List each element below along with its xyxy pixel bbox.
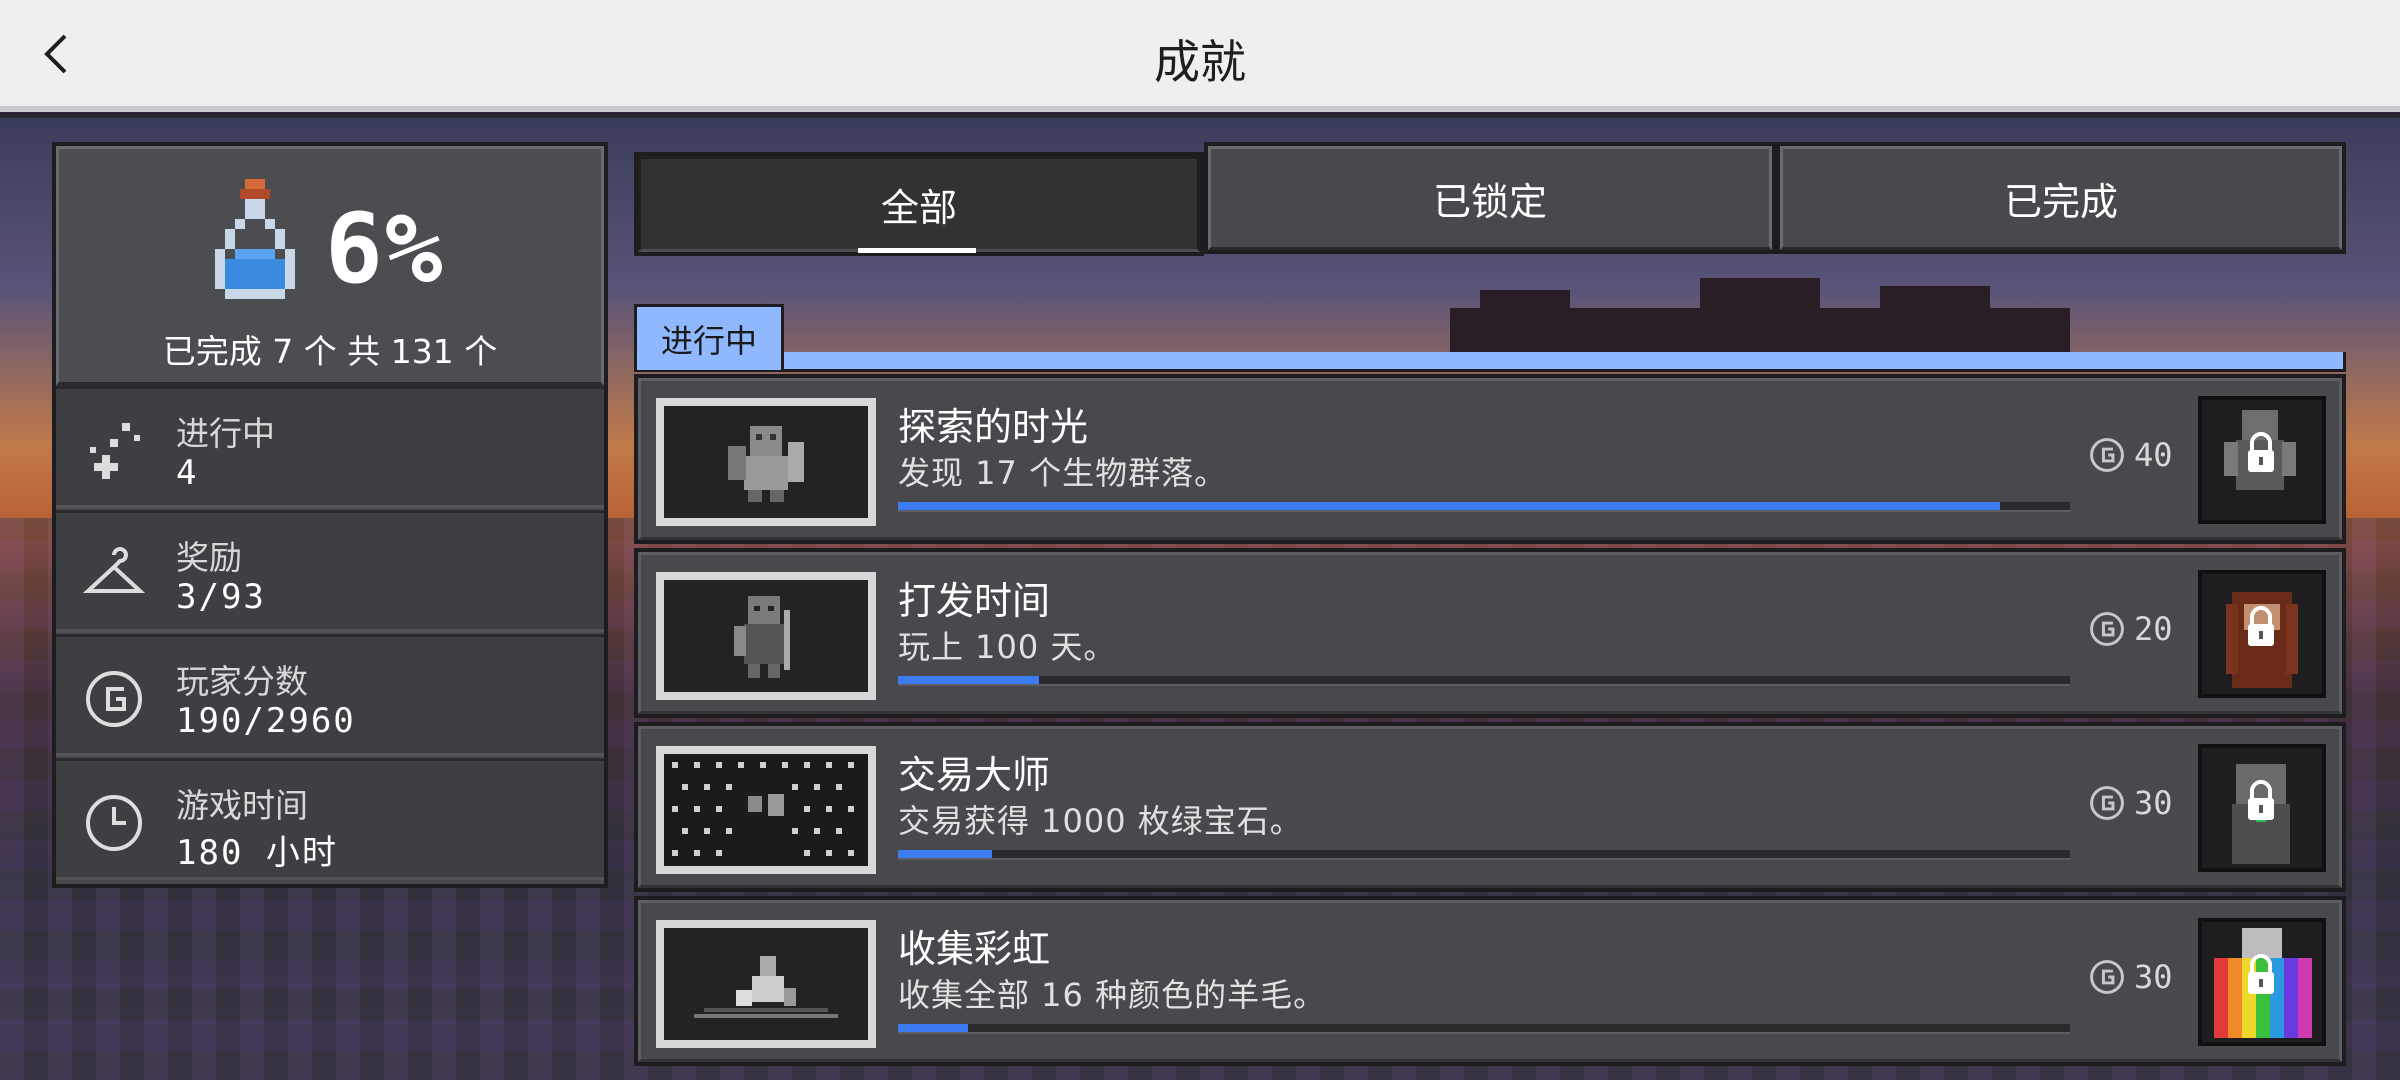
tree-silhouette xyxy=(1700,278,1820,314)
stat-value: 3/93 xyxy=(176,577,266,617)
achievement-card[interactable]: 交易大师 交易获得 1000 枚绿宝石。 30 xyxy=(634,722,2346,892)
achievement-image xyxy=(664,406,868,518)
tab-selected-indicator xyxy=(858,248,976,253)
tab-label: 已锁定 xyxy=(1432,179,1547,224)
achievement-title: 交易大师 xyxy=(898,753,1051,797)
gamerscore-icon xyxy=(2090,612,2124,646)
achievement-description: 玩上 100 天。 xyxy=(898,628,1117,666)
score-value: 30 xyxy=(2134,784,2173,822)
tab-completed[interactable]: 已完成 xyxy=(1776,142,2346,254)
tree-silhouette xyxy=(1880,286,1990,320)
achievement-score: 40 xyxy=(2088,436,2173,474)
section-label: 进行中 xyxy=(634,304,784,370)
time-waster-icon xyxy=(734,596,790,678)
card-frame xyxy=(638,900,2342,1062)
card-frame xyxy=(638,552,2342,714)
achievement-image xyxy=(664,928,868,1040)
locked-villager-icon xyxy=(2232,764,2290,864)
achievement-progress-bar xyxy=(898,1024,2070,1034)
gamerscore-icon xyxy=(2090,960,2124,994)
achievement-thumbnail xyxy=(656,572,876,700)
achievement-progress-bar xyxy=(898,502,2070,512)
achievement-thumbnail xyxy=(656,746,876,874)
section-divider xyxy=(634,352,2346,372)
stat-label: 游戏时间 xyxy=(176,786,308,825)
progress-fill xyxy=(898,1024,969,1032)
potion-bottle-icon xyxy=(215,179,295,299)
card-frame xyxy=(638,726,2342,888)
rainbow-wool-icon xyxy=(694,956,838,1018)
stat-value: 180 小时 xyxy=(176,833,338,873)
achievement-card[interactable]: 打发时间 玩上 100 天。 20 xyxy=(634,548,2346,718)
achievement-progress-bar xyxy=(898,850,2070,860)
score-value: 20 xyxy=(2134,610,2173,648)
stat-value: 190/2960 xyxy=(176,701,356,741)
gamerscore-icon xyxy=(2090,786,2124,820)
completion-count: 已完成 7 个 共 131 个 xyxy=(162,332,498,371)
achievement-thumbnail xyxy=(656,398,876,526)
achievement-title: 收集彩虹 xyxy=(898,927,1051,971)
achievement-title: 探索的时光 xyxy=(898,405,1089,449)
reward-preview xyxy=(2198,396,2326,524)
reward-preview xyxy=(2198,918,2326,1046)
tab-locked[interactable]: 已锁定 xyxy=(1204,142,1776,254)
card-frame xyxy=(638,378,2342,540)
stat-rewards: 奖励 3/93 xyxy=(56,510,604,632)
progress-fill xyxy=(898,850,992,858)
progress-fill xyxy=(898,502,2000,510)
achievement-score: 20 xyxy=(2088,610,2173,648)
achievement-description: 收集全部 16 种颜色的羊毛。 xyxy=(898,976,1327,1014)
stat-gamerscore: 玩家分数 190/2960 xyxy=(56,634,604,756)
achievement-progress-bar xyxy=(898,676,2070,686)
hanger-icon xyxy=(82,547,146,593)
gamerscore-icon xyxy=(2090,438,2124,472)
achievement-thumbnail xyxy=(656,920,876,1048)
achievement-description: 交易获得 1000 枚绿宝石。 xyxy=(898,802,1303,840)
achievement-image xyxy=(664,580,868,692)
reward-preview xyxy=(2198,570,2326,698)
locked-rainbow-cape-icon xyxy=(2214,928,2312,1038)
completion-percent: 6% xyxy=(325,193,445,305)
achievement-card[interactable]: 探索的时光 发现 17 个生物群落。 40 xyxy=(634,374,2346,544)
locked-skin-icon xyxy=(2224,410,2296,490)
stat-play-time: 游戏时间 180 小时 xyxy=(56,758,604,880)
sparkle-icon xyxy=(90,423,140,479)
stat-label: 进行中 xyxy=(176,414,275,453)
explorer-icon xyxy=(728,426,804,502)
achievement-card[interactable]: 收集彩虹 收集全部 16 种颜色的羊毛。 30 xyxy=(634,896,2346,1066)
page-title: 成就 xyxy=(1154,35,1246,89)
stat-in-progress: 进行中 4 xyxy=(56,386,604,508)
progress-fill xyxy=(898,676,1039,684)
tree-silhouette xyxy=(1480,290,1570,320)
achievement-score: 30 xyxy=(2088,958,2173,996)
tab-label: 全部 xyxy=(880,185,957,230)
stat-label: 玩家分数 xyxy=(176,662,308,701)
achievement-description: 发现 17 个生物群落。 xyxy=(898,454,1228,492)
clock-icon xyxy=(86,795,142,851)
achievement-summary-panel: 6% 已完成 7 个 共 131 个 进行中 4 奖励 3/93 玩家分数 19… xyxy=(52,142,608,888)
achievement-score: 30 xyxy=(2088,784,2173,822)
stat-value: 4 xyxy=(176,453,199,493)
completion-summary: 6% 已完成 7 个 共 131 个 xyxy=(56,146,604,386)
top-bar: 成就 xyxy=(0,0,2400,112)
achievement-title: 打发时间 xyxy=(898,579,1051,623)
score-value: 30 xyxy=(2134,958,2173,996)
achievement-image xyxy=(664,754,868,866)
gamerscore-icon xyxy=(86,671,142,727)
stat-label: 奖励 xyxy=(176,538,242,577)
locked-hair-icon xyxy=(2226,592,2298,688)
emerald-trade-icon xyxy=(672,762,854,856)
score-value: 40 xyxy=(2134,436,2173,474)
tab-label: 已完成 xyxy=(2003,179,2118,224)
reward-preview xyxy=(2198,744,2326,872)
tab-all[interactable]: 全部 xyxy=(634,152,1204,256)
